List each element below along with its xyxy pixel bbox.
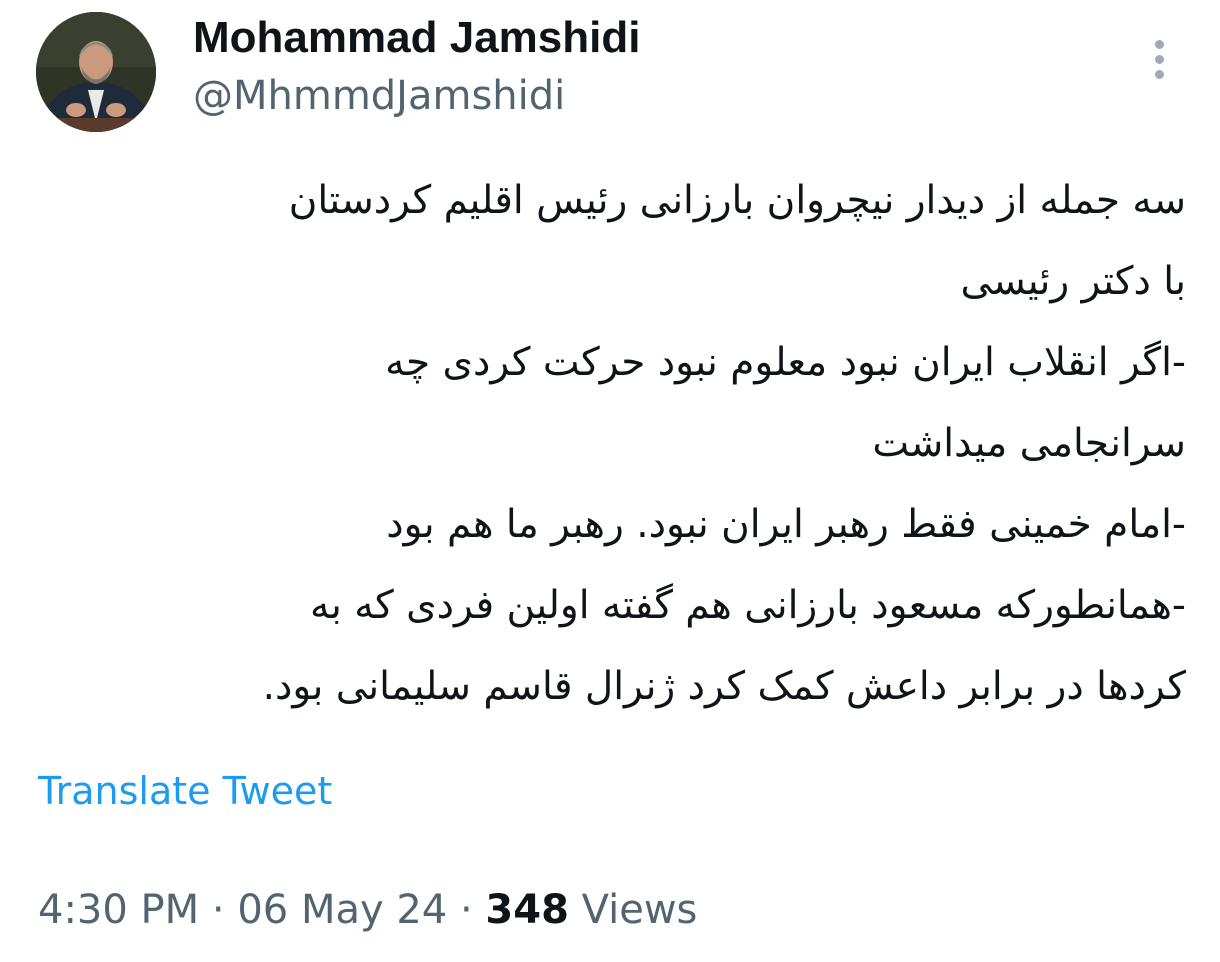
tweet-text-line: -همانطورکه مسعود بارزانی هم گفته اولین ف… [310, 583, 1186, 628]
views-label[interactable]: Views [582, 887, 698, 933]
views-count[interactable]: 348 [485, 887, 569, 933]
author-handle[interactable]: @MhmmdJamshidi [193, 68, 565, 124]
author-display-name[interactable]: Mohammad Jamshidi [193, 8, 640, 68]
tweet-date[interactable]: 06 May 24 [237, 887, 447, 933]
tweet-time[interactable]: 4:30 PM [38, 887, 199, 933]
tweet-text-line: با دکتر رئیسی [960, 259, 1186, 304]
avatar-photo [36, 12, 156, 132]
tweet-text-line: کردها در برابر داعش کمک کرد ژنرال قاسم س… [262, 664, 1186, 709]
more-options-button[interactable] [1140, 32, 1180, 88]
meta-separator: · [199, 887, 238, 933]
meta-separator: · [447, 887, 486, 933]
tweet-text-line: سه جمله از دیدار نیچروان بارزانی رئیس اق… [288, 178, 1186, 223]
tweet-text: سه جمله از دیدار نیچروان بارزانی رئیس اق… [40, 160, 1186, 727]
tweet-text-line: -امام خمینی فقط رهبر ایران نبود. رهبر ما… [386, 502, 1186, 547]
avatar[interactable] [36, 12, 156, 132]
tweet-meta: 4:30 PM · 06 May 24 · 348 Views [38, 882, 697, 938]
tweet-text-line: -اگر انقلاب ایران نبود معلوم نبود حرکت ک… [385, 340, 1186, 385]
tweet-text-line: سرانجامی میداشت [872, 421, 1186, 466]
translate-tweet-link[interactable]: Translate Tweet [38, 764, 332, 818]
